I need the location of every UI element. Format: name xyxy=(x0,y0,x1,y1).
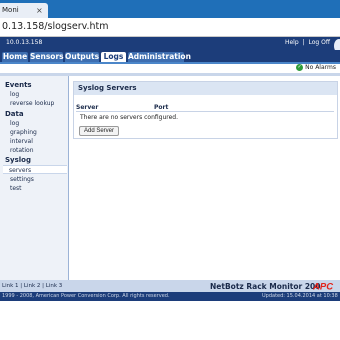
header-link-separator: | xyxy=(302,39,305,46)
footer-link-3[interactable]: Link 3 xyxy=(46,283,63,289)
copyright-text: 1999 - 2008, American Power Conversion C… xyxy=(2,293,170,299)
alarm-status-label: No Alarms xyxy=(305,64,336,71)
sidebar-item-reverse-lookup[interactable]: reverse lookup xyxy=(10,100,54,107)
tab-logs[interactable]: Logs xyxy=(101,52,126,62)
column-header-server: Server xyxy=(76,104,99,111)
main-nav: Home Sensors Outputs Logs Administration xyxy=(0,50,340,62)
alarm-status[interactable]: ✓ No Alarms xyxy=(296,64,336,71)
sidebar-heading-syslog: Syslog xyxy=(5,156,31,164)
browser-tab[interactable]: Moni × xyxy=(0,3,48,18)
tab-outputs[interactable]: Outputs xyxy=(65,52,99,62)
address-text[interactable]: 0.13.158/slogserv.htm xyxy=(2,21,109,32)
sidebar-item-interval[interactable]: interval xyxy=(10,138,33,145)
footer-link-1[interactable]: Link 1 xyxy=(2,283,19,289)
footer-link-2[interactable]: Link 2 xyxy=(24,283,41,289)
sidebar-item-rotation[interactable]: rotation xyxy=(10,147,34,154)
header-divider xyxy=(76,111,334,112)
app-header: 10.0.13.158 Help | Log Off xyxy=(0,37,340,53)
close-icon[interactable]: × xyxy=(36,3,43,18)
sidebar: Events log reverse lookup Data log graph… xyxy=(0,76,69,280)
tab-sensors[interactable]: Sensors xyxy=(30,52,64,62)
footer-bar: Link 1 | Link 2 | Link 3 NetBotz Rack Mo… xyxy=(0,280,340,292)
header-links: Help | Log Off xyxy=(285,39,330,46)
sidebar-heading-events: Events xyxy=(5,81,32,89)
browser-tab-title: Moni xyxy=(2,6,19,14)
log-off-link[interactable]: Log Off xyxy=(309,39,330,46)
device-ip: 10.0.13.158 xyxy=(6,39,43,46)
sidebar-item-data-log[interactable]: log xyxy=(10,120,19,127)
footer-links: Link 1 | Link 2 | Link 3 xyxy=(2,283,62,289)
address-bar[interactable]: 0.13.158/slogserv.htm xyxy=(0,18,340,37)
empty-message: There are no servers configured. xyxy=(80,114,179,121)
copyright-bar: 1999 - 2008, American Power Conversion C… xyxy=(0,292,340,301)
add-server-button[interactable]: Add Server xyxy=(79,126,120,136)
updated-timestamp: Updated: 15.04.2014 at 10:38 xyxy=(262,293,338,299)
check-circle-icon: ✓ xyxy=(296,64,304,71)
panel-header: Syslog Servers xyxy=(74,82,337,95)
browser-tab-strip: Moni × xyxy=(0,0,340,18)
apc-logo-text: APC xyxy=(312,282,333,292)
help-link[interactable]: Help xyxy=(285,39,299,46)
sidebar-item-settings[interactable]: settings xyxy=(10,176,34,183)
sidebar-item-graphing[interactable]: graphing xyxy=(10,129,37,136)
footer-link-separator: | xyxy=(20,283,23,289)
syslog-servers-panel: Syslog Servers Server Port There are no … xyxy=(73,81,338,139)
sidebar-heading-data: Data xyxy=(5,110,24,118)
tab-administration[interactable]: Administration xyxy=(128,52,191,62)
status-bar: ✓ No Alarms xyxy=(0,64,340,73)
footer-link-separator: | xyxy=(42,283,44,289)
column-header-port: Port xyxy=(154,104,169,111)
sidebar-item-test[interactable]: test xyxy=(10,185,22,192)
sidebar-item-servers[interactable]: servers xyxy=(3,165,67,174)
product-name: NetBotz Rack Monitor 200 xyxy=(210,282,321,291)
sidebar-item-events-log[interactable]: log xyxy=(10,91,19,98)
tab-home[interactable]: Home xyxy=(2,52,28,62)
apc-logo: APC xyxy=(312,282,333,292)
panel-title: Syslog Servers xyxy=(78,84,137,92)
